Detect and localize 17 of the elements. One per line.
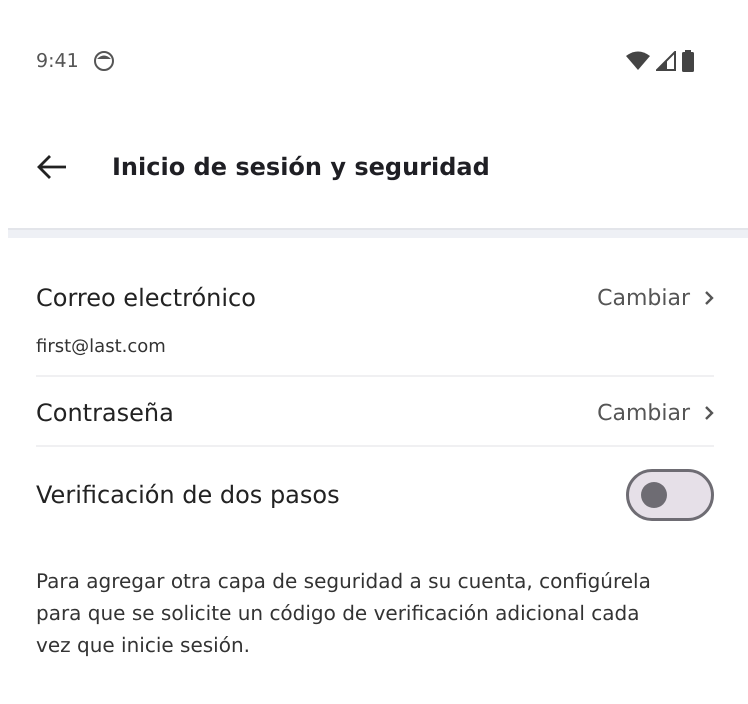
back-icon[interactable] <box>36 154 68 180</box>
setting-label: Contraseña <box>36 399 174 427</box>
chevron-icon <box>704 405 714 421</box>
email-value: first@last.com <box>36 336 167 357</box>
setting-label: Verificación de dos pasos <box>36 481 340 509</box>
status-time: 9:41 <box>36 50 79 72</box>
battery-icon <box>682 50 694 72</box>
wifi-icon <box>626 51 650 71</box>
page-title: Inicio de sesión y seguridad <box>112 153 490 181</box>
change-link[interactable]: Cambiar <box>597 286 714 310</box>
toggle-switch[interactable] <box>626 469 714 521</box>
notification-icon <box>92 50 115 72</box>
description-text: Para agregar otra capa de seguridad a su cuenta, configúrela para que se solicite un código de verificación adicional cada vez que inicie sesión. <box>36 568 652 659</box>
change-link[interactable]: Cambiar <box>597 400 714 426</box>
setting-label: Correo electrónico <box>36 284 256 312</box>
signal-icon <box>656 51 676 71</box>
chevron-icon <box>704 290 714 306</box>
